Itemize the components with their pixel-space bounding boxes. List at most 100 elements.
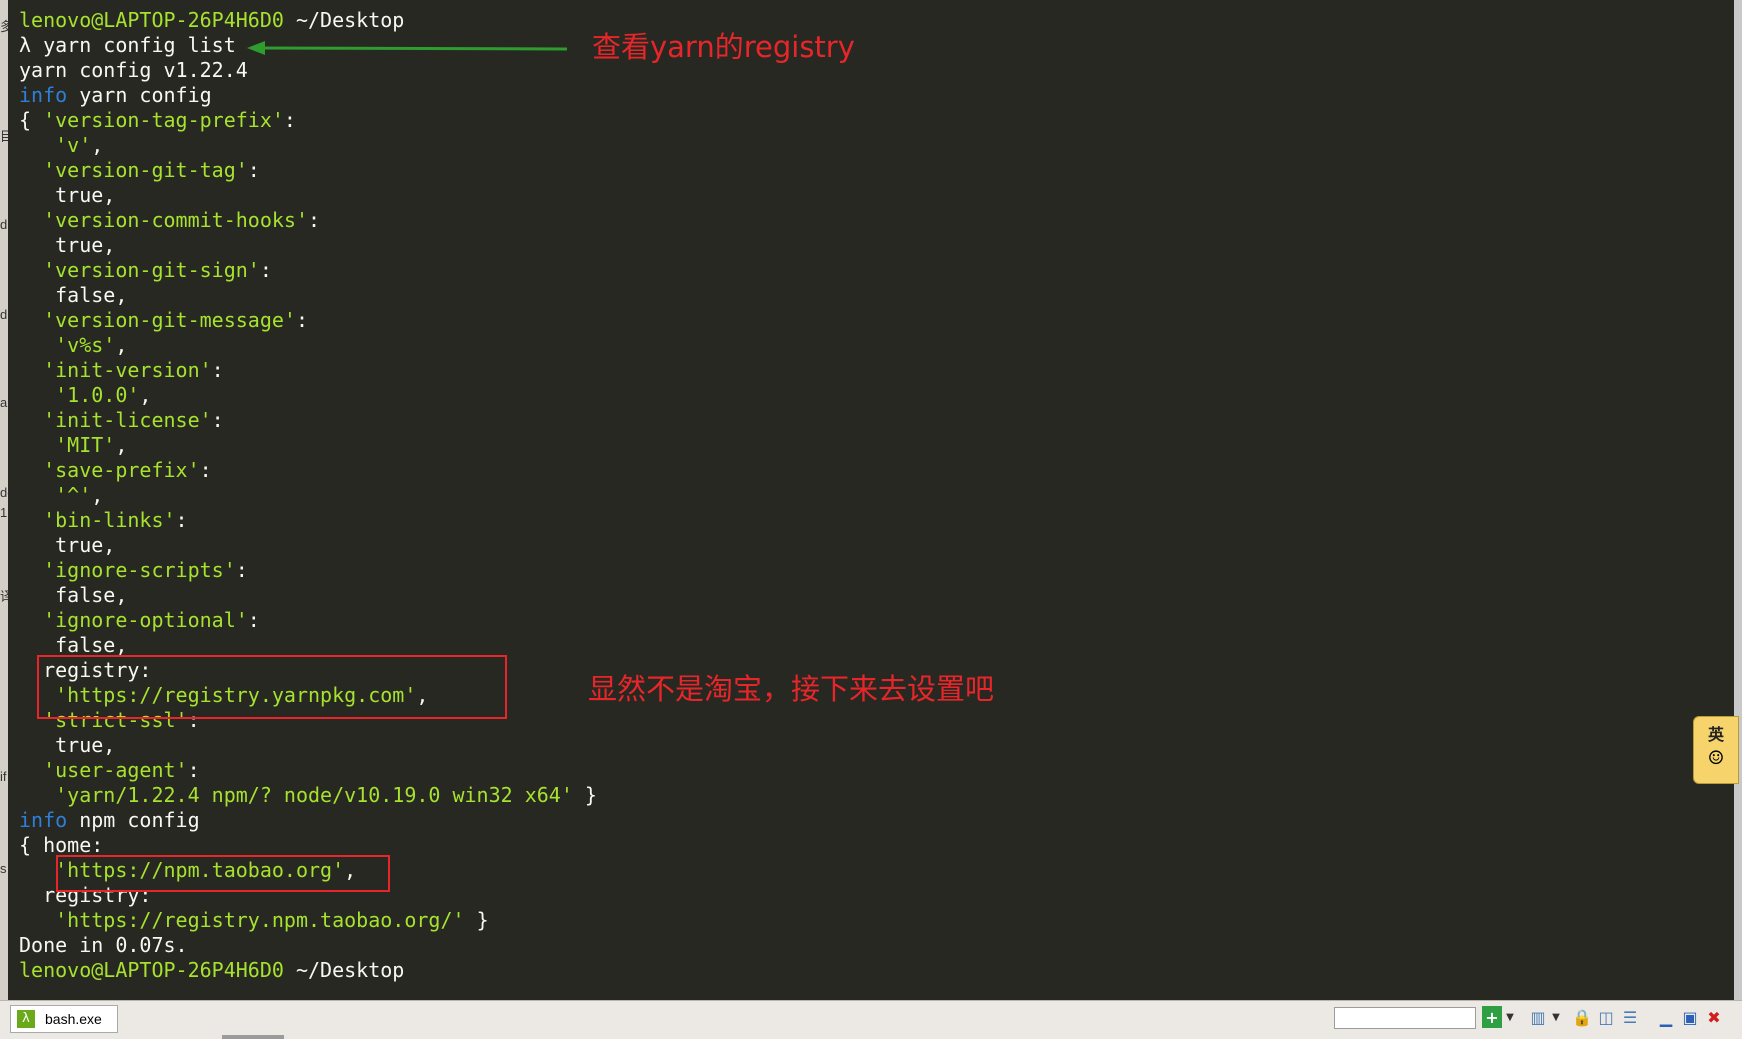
colon: :: [187, 758, 200, 782]
prompt-user: lenovo@LAPTOP-26P4H6D0: [19, 8, 284, 32]
layout-icon[interactable]: ▥: [1528, 1006, 1548, 1028]
config-value: false: [55, 583, 116, 607]
info-yarn-line: info yarn config: [19, 83, 597, 108]
minimize-icon[interactable]: ▁: [1656, 1006, 1676, 1028]
suffix: ,: [139, 383, 152, 407]
config-key-line: 'bin-links':: [19, 508, 597, 533]
config-key-line: { 'version-tag-prefix':: [19, 108, 597, 133]
config-key-line: 'save-prefix':: [19, 458, 597, 483]
config-key: 'init-license': [43, 408, 212, 432]
config-value-line: 'yarn/1.22.4 npm/? node/v10.19.0 win32 x…: [19, 783, 597, 808]
config-value-line: false,: [19, 283, 597, 308]
config-key: 'version-git-message': [43, 308, 296, 332]
config-value-line: true,: [19, 183, 597, 208]
suffix: ,: [103, 533, 116, 557]
config-value: 'yarn/1.22.4 npm/? node/v10.19.0 win32 x…: [55, 783, 573, 807]
config-key: 'version-commit-hooks': [43, 208, 308, 232]
colon: :: [211, 408, 224, 432]
suffix: ,: [115, 633, 128, 657]
colon: :: [199, 458, 212, 482]
close-icon[interactable]: ✖: [1704, 1006, 1724, 1028]
task-tab-bash[interactable]: λ bash.exe: [10, 1005, 118, 1033]
suffix: }: [572, 783, 597, 807]
add-console-dropdown-icon[interactable]: ▼: [1504, 1006, 1516, 1028]
colon: :: [247, 608, 260, 632]
config-key-line: 'ignore-optional':: [19, 608, 597, 633]
suffix: ,: [103, 183, 116, 207]
config-value: 'https://registry.npm.taobao.org/': [55, 908, 465, 932]
search-input[interactable]: [1334, 1007, 1476, 1029]
config-value-line: '^',: [19, 483, 597, 508]
highlight-yarn-registry: [37, 655, 507, 719]
config-key: 'user-agent': [43, 758, 188, 782]
add-console-icon[interactable]: +: [1482, 1006, 1502, 1028]
config-key-line: 'version-commit-hooks':: [19, 208, 597, 233]
suffix: ,: [115, 433, 128, 457]
terminal-window[interactable]: lenovo@LAPTOP-26P4H6D0 ~/Desktop λ yarn c…: [8, 0, 1734, 1000]
info-label: info: [19, 83, 68, 107]
config-value-line: true,: [19, 733, 597, 758]
config-value-line: 'v',: [19, 133, 597, 158]
config-value: false: [55, 283, 116, 307]
colon: :: [283, 108, 296, 132]
config-value: true: [55, 733, 104, 757]
colon: :: [259, 258, 272, 282]
config-key: 'version-git-sign': [43, 258, 260, 282]
config-value: true: [55, 183, 104, 207]
config-key-line: 'version-git-tag':: [19, 158, 597, 183]
colon: :: [211, 358, 224, 382]
maximize-icon[interactable]: ▣: [1680, 1006, 1700, 1028]
config-key-line: 'ignore-scripts':: [19, 558, 597, 583]
suffix: ,: [91, 133, 104, 157]
colon: :: [175, 508, 188, 532]
indent: {: [19, 108, 44, 132]
version-line: yarn config v1.22.4: [19, 58, 597, 83]
split-view-icon[interactable]: ◫: [1596, 1006, 1616, 1028]
config-key: 'init-version': [43, 358, 212, 382]
config-key: 'version-git-tag': [43, 158, 248, 182]
task-label: bash.exe: [45, 1011, 102, 1027]
lambda-icon: λ: [17, 1010, 35, 1028]
info-label: info: [19, 808, 68, 832]
done-line: Done in 0.07s.: [19, 933, 597, 958]
annotation-view-registry: 查看yarn的registry: [592, 30, 855, 64]
prompt-path: ~/Desktop: [295, 958, 405, 982]
colon: :: [308, 208, 321, 232]
horizontal-scroll-thumb[interactable]: [222, 1035, 284, 1039]
config-value: false: [55, 633, 116, 657]
prompt-user: lenovo@LAPTOP-26P4H6D0: [19, 958, 284, 982]
config-key-line: 'version-git-sign':: [19, 258, 597, 283]
config-key: 'version-tag-prefix': [43, 108, 284, 132]
config-value-line: true,: [19, 533, 597, 558]
yarn-version: yarn config v1.22.4: [19, 58, 248, 82]
colon: :: [247, 158, 260, 182]
layout-dropdown-icon[interactable]: ▼: [1550, 1006, 1562, 1028]
ime-indicator[interactable]: 英 ☺: [1693, 716, 1739, 784]
colon: :: [295, 308, 309, 332]
terminal-output: lenovo@LAPTOP-26P4H6D0 ~/Desktop λ yarn c…: [19, 8, 597, 983]
menu-icon[interactable]: ☰: [1620, 1006, 1640, 1028]
config-value-line: true,: [19, 233, 597, 258]
window-right-edge: [1734, 0, 1742, 1000]
config-value-line: 'https://registry.npm.taobao.org/' }: [19, 908, 597, 933]
prompt-separator: [284, 8, 296, 32]
ime-language-label: 英: [1707, 725, 1724, 744]
suffix: ,: [115, 333, 128, 357]
lock-icon[interactable]: 🔒: [1572, 1006, 1592, 1028]
